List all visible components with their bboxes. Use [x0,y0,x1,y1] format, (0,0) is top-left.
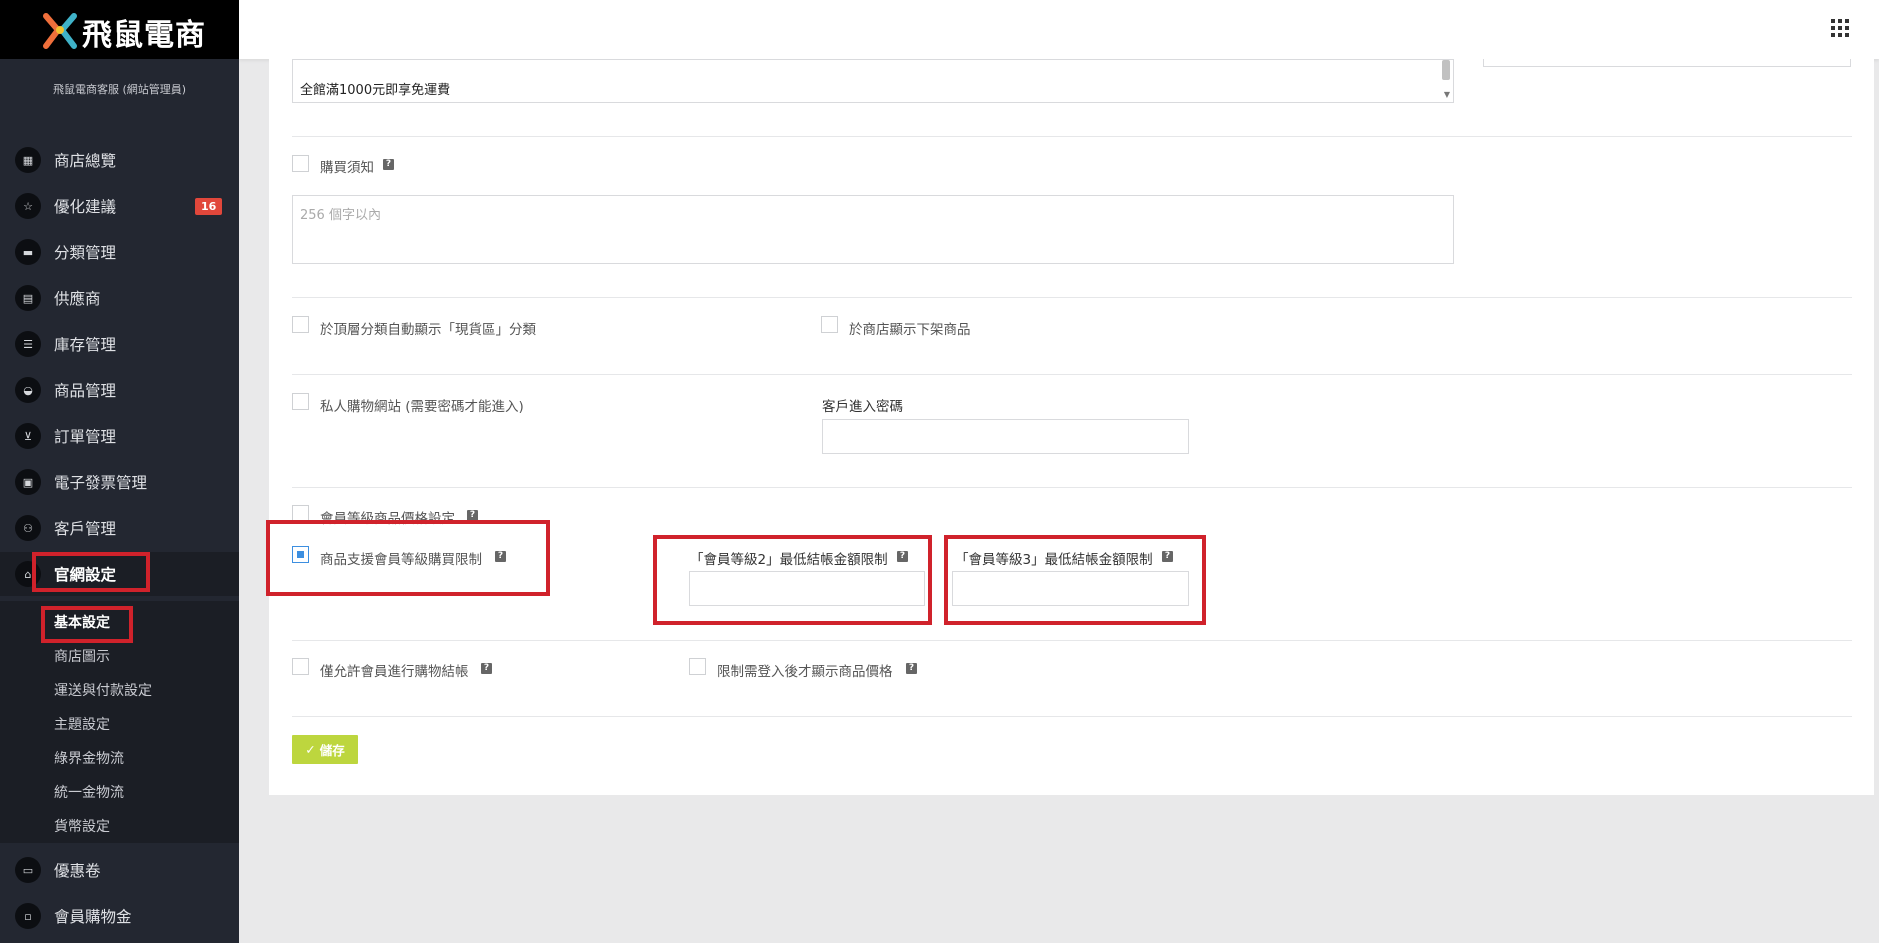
submenu-item-theme[interactable]: 主題設定 [54,714,110,734]
sidebar-item-label: 優化建議 [54,198,117,216]
sidebar-item-categories[interactable]: ▬ 分類管理 [0,230,239,274]
textarea-text: 全館滿1000元即享免運費 [300,83,451,98]
divider [292,716,1852,717]
star-icon: ☆ [15,193,41,219]
sidebar-item-label: 供應商 [54,290,101,308]
level2-min-input[interactable] [689,571,925,606]
apps-grid-icon[interactable] [1831,19,1849,37]
member-restriction-label: 商品支援會員等級購買限制 [320,552,482,568]
placeholder-text: 256 個字以內 [300,208,381,223]
logo-text: 飛鼠電商 [82,18,206,53]
sidebar-item-label: 訂單管理 [54,428,117,446]
help-icon[interactable]: ? [383,159,394,170]
customer-password-input[interactable] [822,419,1189,454]
member-price-checkbox[interactable] [292,505,309,522]
sidebar-item-label: 分類管理 [54,244,117,262]
money-icon: ▫ [15,903,41,929]
sidebar-item-label: 電子發票管理 [54,474,148,492]
document-icon: ▣ [15,469,41,495]
sidebar-item-website-settings[interactable]: ⌂ 官網設定 [0,552,239,596]
level3-min-input[interactable] [952,571,1189,606]
private-store-checkbox[interactable] [292,393,309,410]
member-restriction-checkbox[interactable] [292,546,309,563]
help-icon[interactable]: ? [906,663,917,674]
divider [292,297,1852,298]
sidebar-item-suggestions[interactable]: ☆ 優化建議 16 [0,184,239,228]
cart-icon: ⊻ [15,423,41,449]
sidebar-item-products[interactable]: ◒ 商品管理 [0,368,239,412]
save-button[interactable]: ✓ 儲存 [292,735,358,764]
purchase-notice-textarea[interactable]: 256 個字以內 [292,195,1454,264]
logo-icon [43,13,77,49]
purchase-notice-checkbox[interactable] [292,155,309,172]
sidebar-item-suppliers[interactable]: ▤ 供應商 [0,276,239,320]
divider [292,487,1852,488]
submenu-item-ecpay[interactable]: 綠界金物流 [54,748,124,768]
sidebar-item-label: 商店總覽 [54,152,117,170]
folder-icon: ▬ [15,239,41,265]
top-bar [239,0,1879,59]
submenu-item-basic[interactable]: 基本設定 [54,612,110,632]
private-store-label: 私人購物網站 (需要密碼才能進入) [320,399,524,415]
sidebar-item-orders[interactable]: ⊻ 訂單管理 [0,414,239,458]
home-icon: ⌂ [15,561,41,587]
logo-bar: 飛鼠電商 [0,0,239,59]
submenu-item-currency[interactable]: 貨幣設定 [54,816,110,836]
show-instock-checkbox[interactable] [292,316,309,333]
sidebar-item-label: 客戶管理 [54,520,117,538]
count-badge: 16 [195,198,223,215]
divider [292,374,1852,375]
customer-password-label: 客戶進入密碼 [822,399,903,415]
sidebar-item-member-credit[interactable]: ▫ 會員購物金 [0,894,239,938]
ticket-icon: ▭ [15,857,41,883]
sidebar-item-label: 會員購物金 [54,908,132,926]
sidebar-item-label: 庫存管理 [54,336,117,354]
help-icon[interactable]: ? [481,663,492,674]
announcement-textarea[interactable]: 全館滿1000元即享免運費 ▼ [292,59,1454,103]
store-icon: ▤ [15,285,41,311]
sidebar-item-coupons[interactable]: ▭ 優惠卷 [0,848,239,892]
sidebar-item-overview[interactable]: ▦ 商店總覽 [0,138,239,182]
divider [292,136,1852,137]
purchase-notice-label: 購買須知 [320,160,374,176]
help-icon[interactable]: ? [495,551,506,562]
sidebar-item-label: 官網設定 [54,566,117,584]
side-field[interactable] [1483,59,1851,67]
sidebar-item-label: 優惠卷 [54,862,101,880]
list-icon: ☰ [15,331,41,357]
sidebar-item-customers[interactable]: ⚇ 客戶管理 [0,506,239,550]
sidebar-item-einvoice[interactable]: ▣ 電子發票管理 [0,460,239,504]
users-icon: ⚇ [15,515,41,541]
submenu [0,601,239,843]
sidebar: 飛鼠電商 飛鼠電商客服 (網站管理員) ▦ 商店總覽 ☆ 優化建議 16 ▬ 分… [0,0,239,943]
help-icon[interactable]: ? [467,510,478,521]
scrollbar-thumb[interactable] [1442,60,1450,80]
basket-icon: ◒ [15,377,41,403]
level2-min-label: 「會員等級2」最低結帳金額限制 [690,552,888,568]
member-price-label: 會員等級商品價格設定 [320,511,455,527]
show-instock-label: 於頂層分類自動顯示「現貨區」分類 [320,322,536,338]
submenu-item-shipping[interactable]: 運送與付款設定 [54,680,152,700]
sidebar-item-label: 商品管理 [54,382,117,400]
save-button-label: 儲存 [319,743,345,758]
check-icon: ✓ [305,742,316,757]
help-icon[interactable]: ? [897,551,908,562]
members-only-checkout-label: 僅允許會員進行購物結帳 [320,664,469,680]
user-name: 飛鼠電商客服 (網站管理員) [53,83,187,96]
level3-min-label: 「會員等級3」最低結帳金額限制 [955,552,1153,568]
login-price-label: 限制需登入後才顯示商品價格 [717,664,893,680]
show-unlisted-checkbox[interactable] [821,316,838,333]
help-icon[interactable]: ? [1162,551,1173,562]
divider [292,640,1852,641]
dashboard-icon: ▦ [15,147,41,173]
submenu-item-icon[interactable]: 商店圖示 [54,646,110,666]
show-unlisted-label: 於商店顯示下架商品 [849,322,971,338]
submenu-item-unified[interactable]: 統一金物流 [54,782,124,802]
login-price-checkbox[interactable] [689,658,706,675]
sidebar-item-inventory[interactable]: ☰ 庫存管理 [0,322,239,366]
members-only-checkout-checkbox[interactable] [292,658,309,675]
scroll-down-icon[interactable]: ▼ [1444,90,1450,99]
